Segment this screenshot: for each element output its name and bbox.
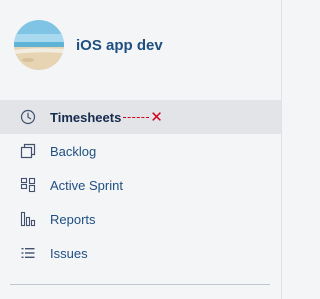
nav-label-active-sprint[interactable]: Active Sprint: [50, 178, 123, 193]
project-sidebar: iOS app dev Timesheets ✕ Backlog Active …: [0, 0, 282, 299]
beach-photo-icon: [14, 20, 64, 70]
nav-label-reports[interactable]: Reports: [50, 212, 96, 227]
annotation-dashed-line: [123, 116, 150, 118]
project-name[interactable]: iOS app dev: [76, 37, 163, 54]
remove-x-icon: ✕: [150, 108, 163, 126]
nav-item-active-sprint[interactable]: Active Sprint: [0, 168, 281, 202]
board-icon: [18, 175, 38, 195]
project-nav: Timesheets ✕ Backlog Active Sprint Repor…: [0, 100, 281, 270]
nav-label-issues[interactable]: Issues: [50, 246, 88, 261]
issues-list-icon: [18, 243, 38, 263]
sidebar-divider: [10, 284, 270, 285]
reports-icon: [18, 209, 38, 229]
project-header[interactable]: iOS app dev: [14, 20, 163, 70]
sidebar-border: [281, 0, 282, 299]
clock-icon: [18, 107, 38, 127]
project-avatar[interactable]: [14, 20, 64, 70]
nav-item-issues[interactable]: Issues: [0, 236, 281, 270]
nav-item-reports[interactable]: Reports: [0, 202, 281, 236]
nav-label-backlog[interactable]: Backlog: [50, 144, 96, 159]
removal-annotation: ✕: [123, 110, 163, 125]
nav-label-timesheets[interactable]: Timesheets: [50, 110, 121, 125]
nav-item-timesheets[interactable]: Timesheets ✕: [0, 100, 281, 134]
backlog-icon: [18, 141, 38, 161]
nav-item-backlog[interactable]: Backlog: [0, 134, 281, 168]
